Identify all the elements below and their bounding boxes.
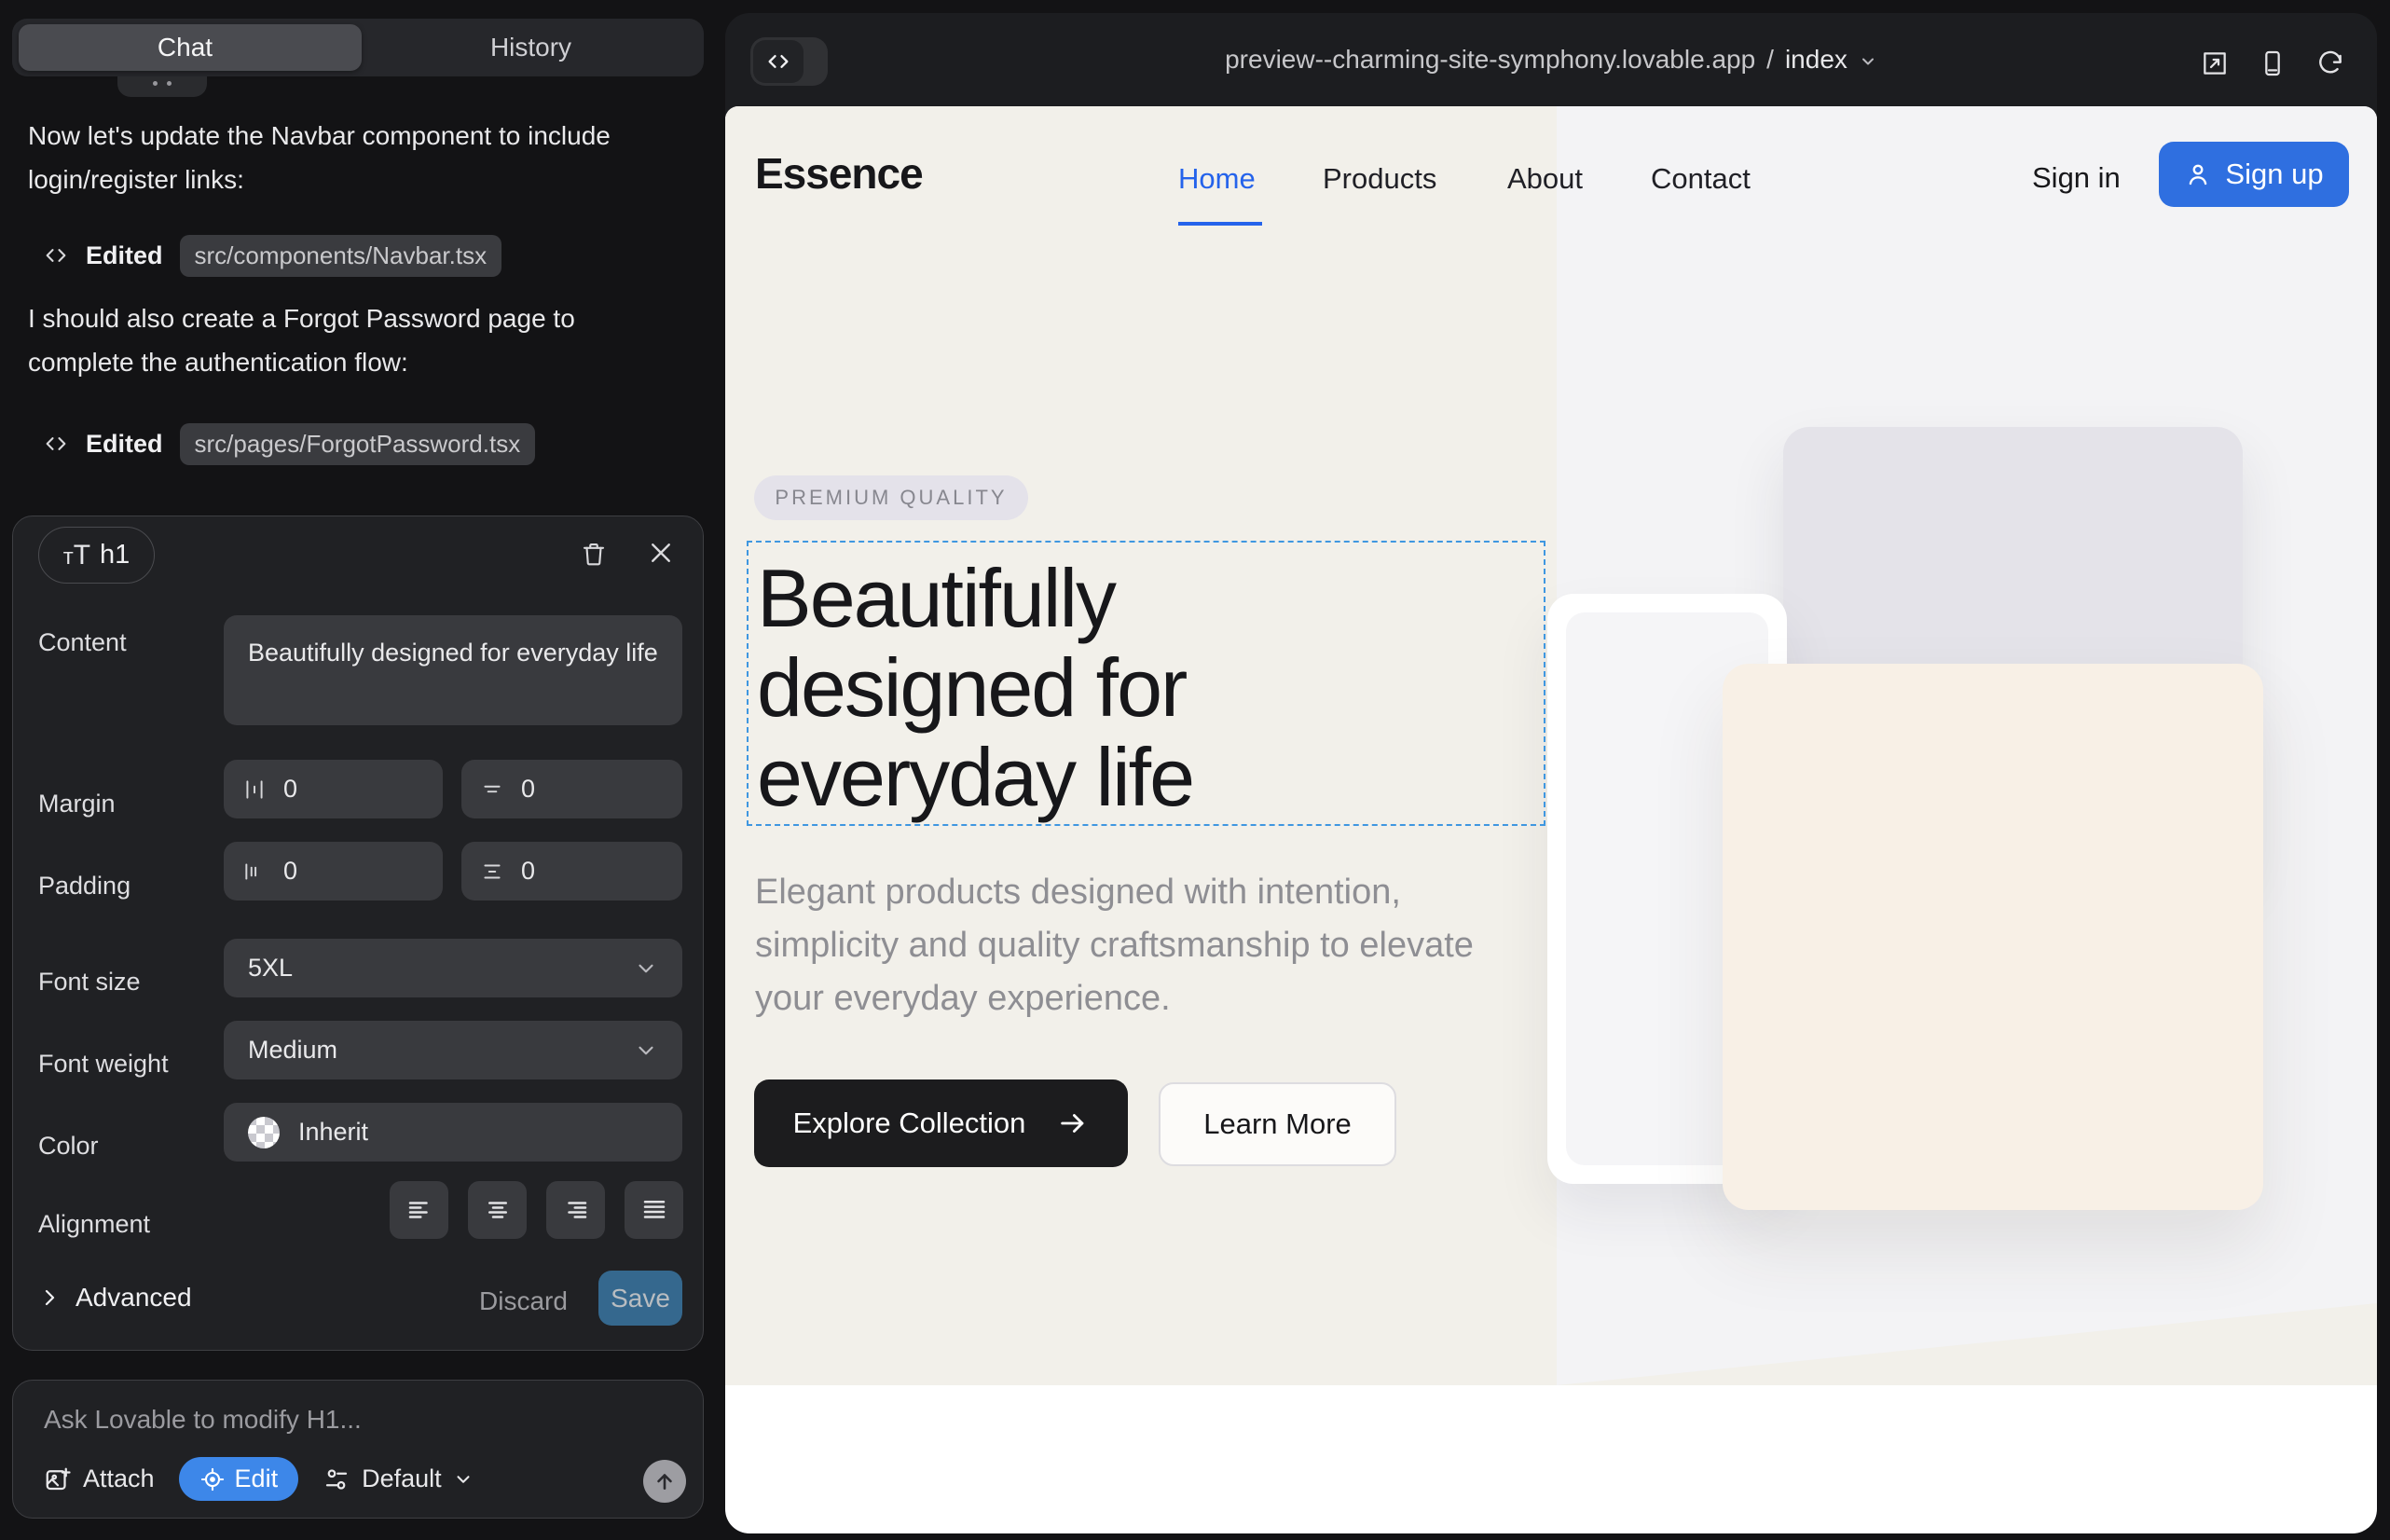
alignment-buttons (390, 1181, 683, 1239)
chevron-down-icon (453, 1469, 474, 1490)
url-separator: / (1766, 45, 1774, 75)
margin-vertical-icon (480, 777, 504, 802)
chat-composer: Ask Lovable to modify H1... Attach Edit … (12, 1380, 704, 1519)
font-size-select[interactable]: 5XL (224, 939, 682, 997)
page-name: index (1785, 45, 1847, 75)
learn-more-button[interactable]: Learn More (1159, 1082, 1396, 1166)
content-textarea[interactable]: Beautifully designed for everyday life (224, 615, 682, 725)
scroll-chip[interactable] (117, 76, 207, 97)
refresh-icon[interactable] (2315, 48, 2345, 78)
hero-paragraph: Elegant products designed with intention… (755, 866, 1510, 1025)
mobile-view-icon[interactable] (2258, 48, 2287, 78)
font-weight-select[interactable]: Medium (224, 1021, 682, 1079)
padding-x-input[interactable]: 0 (224, 842, 443, 901)
nav-link-about[interactable]: About (1507, 162, 1583, 196)
send-button[interactable] (643, 1460, 686, 1503)
hero-heading: Beautifully designed for everyday life (757, 554, 1193, 822)
margin-horizontal-icon (242, 777, 267, 802)
type-icon: тT (63, 540, 90, 571)
color-label: Color (38, 1132, 99, 1161)
delete-element-icon[interactable] (580, 539, 608, 569)
chevron-down-icon (1859, 52, 1877, 71)
close-inspector-icon[interactable] (647, 539, 675, 567)
save-button[interactable]: Save (598, 1271, 682, 1326)
user-icon (2184, 160, 2212, 188)
align-left-button[interactable] (390, 1181, 448, 1239)
edited-file-row: Edited src/pages/ForgotPassword.tsx (43, 421, 535, 466)
padding-horizontal-icon (242, 859, 267, 884)
composer-input[interactable]: Ask Lovable to modify H1... (44, 1405, 362, 1435)
code-icon (43, 242, 69, 268)
active-nav-underline (1178, 222, 1262, 226)
edited-label: Edited (86, 430, 163, 459)
edited-file-chip[interactable]: src/components/Navbar.tsx (180, 235, 502, 277)
selected-element-tag: тT h1 (38, 527, 155, 584)
site-logo[interactable]: Essence (755, 148, 923, 199)
align-right-button[interactable] (546, 1181, 605, 1239)
padding-label: Padding (38, 872, 130, 901)
chevron-down-icon (634, 956, 658, 981)
chat-message: Now let's update the Navbar component to… (28, 114, 643, 201)
align-justify-button[interactable] (625, 1181, 683, 1239)
preview-window: preview--charming-site-symphony.lovable.… (725, 13, 2377, 1533)
font-size-label: Font size (38, 968, 141, 997)
edited-file-row: Edited src/components/Navbar.tsx (43, 233, 501, 278)
arrow-right-icon (1057, 1107, 1089, 1139)
premium-quality-badge: PREMIUM QUALITY (754, 475, 1028, 520)
edited-label: Edited (86, 241, 163, 270)
site-canvas: Essence Home Products About Contact Sign… (725, 106, 2377, 1533)
element-inspector-panel: тT h1 Content Beautifully designed for e… (12, 516, 704, 1351)
code-icon (43, 431, 69, 457)
nav-link-home[interactable]: Home (1178, 162, 1256, 196)
url-bar[interactable]: preview--charming-site-symphony.lovable.… (725, 45, 2377, 75)
composer-toolbar: Attach Edit Default (44, 1457, 474, 1501)
chevron-right-icon (38, 1286, 61, 1309)
default-mode-selector[interactable]: Default (323, 1464, 474, 1493)
align-center-button[interactable] (468, 1181, 527, 1239)
selected-h1-element[interactable]: Beautifully designed for everyday life (747, 541, 1545, 826)
alignment-label: Alignment (38, 1210, 150, 1239)
color-swatch (248, 1117, 280, 1148)
edited-file-chip[interactable]: src/pages/ForgotPassword.tsx (180, 423, 536, 465)
advanced-toggle[interactable]: Advanced (38, 1283, 192, 1313)
sliders-icon (323, 1465, 350, 1493)
open-external-icon[interactable] (2200, 48, 2230, 78)
decorative-card-peach (1723, 664, 2263, 1210)
chat-message: I should also create a Forgot Password p… (28, 296, 643, 384)
explore-collection-button[interactable]: Explore Collection (754, 1079, 1128, 1167)
browser-actions (2200, 48, 2345, 78)
padding-y-input[interactable]: 0 (461, 842, 682, 901)
chat-history-tabs: Chat History (12, 19, 704, 76)
sign-in-link[interactable]: Sign in (2032, 161, 2121, 195)
edit-mode-button[interactable]: Edit (179, 1457, 299, 1501)
sign-up-button[interactable]: Sign up (2159, 142, 2349, 207)
content-label: Content (38, 628, 127, 657)
nav-link-products[interactable]: Products (1323, 162, 1436, 196)
tab-history[interactable]: History (358, 33, 704, 62)
attach-button[interactable]: Attach (44, 1464, 155, 1493)
image-plus-icon (44, 1465, 72, 1493)
margin-x-input[interactable]: 0 (224, 760, 443, 818)
margin-y-input[interactable]: 0 (461, 760, 682, 818)
target-icon (199, 1466, 226, 1492)
margin-label: Margin (38, 790, 116, 818)
tab-chat[interactable]: Chat (12, 33, 358, 62)
color-picker[interactable]: Inherit (224, 1103, 682, 1162)
tag-name: h1 (100, 540, 130, 571)
preview-url: preview--charming-site-symphony.lovable.… (1225, 45, 1755, 75)
discard-button[interactable]: Discard (479, 1286, 568, 1316)
chevron-down-icon (634, 1038, 658, 1063)
padding-vertical-icon (480, 859, 504, 884)
lovable-side-panel: Chat History Now let's update the Navbar… (0, 0, 725, 1540)
font-weight-label: Font weight (38, 1050, 169, 1079)
nav-link-contact[interactable]: Contact (1651, 162, 1751, 196)
